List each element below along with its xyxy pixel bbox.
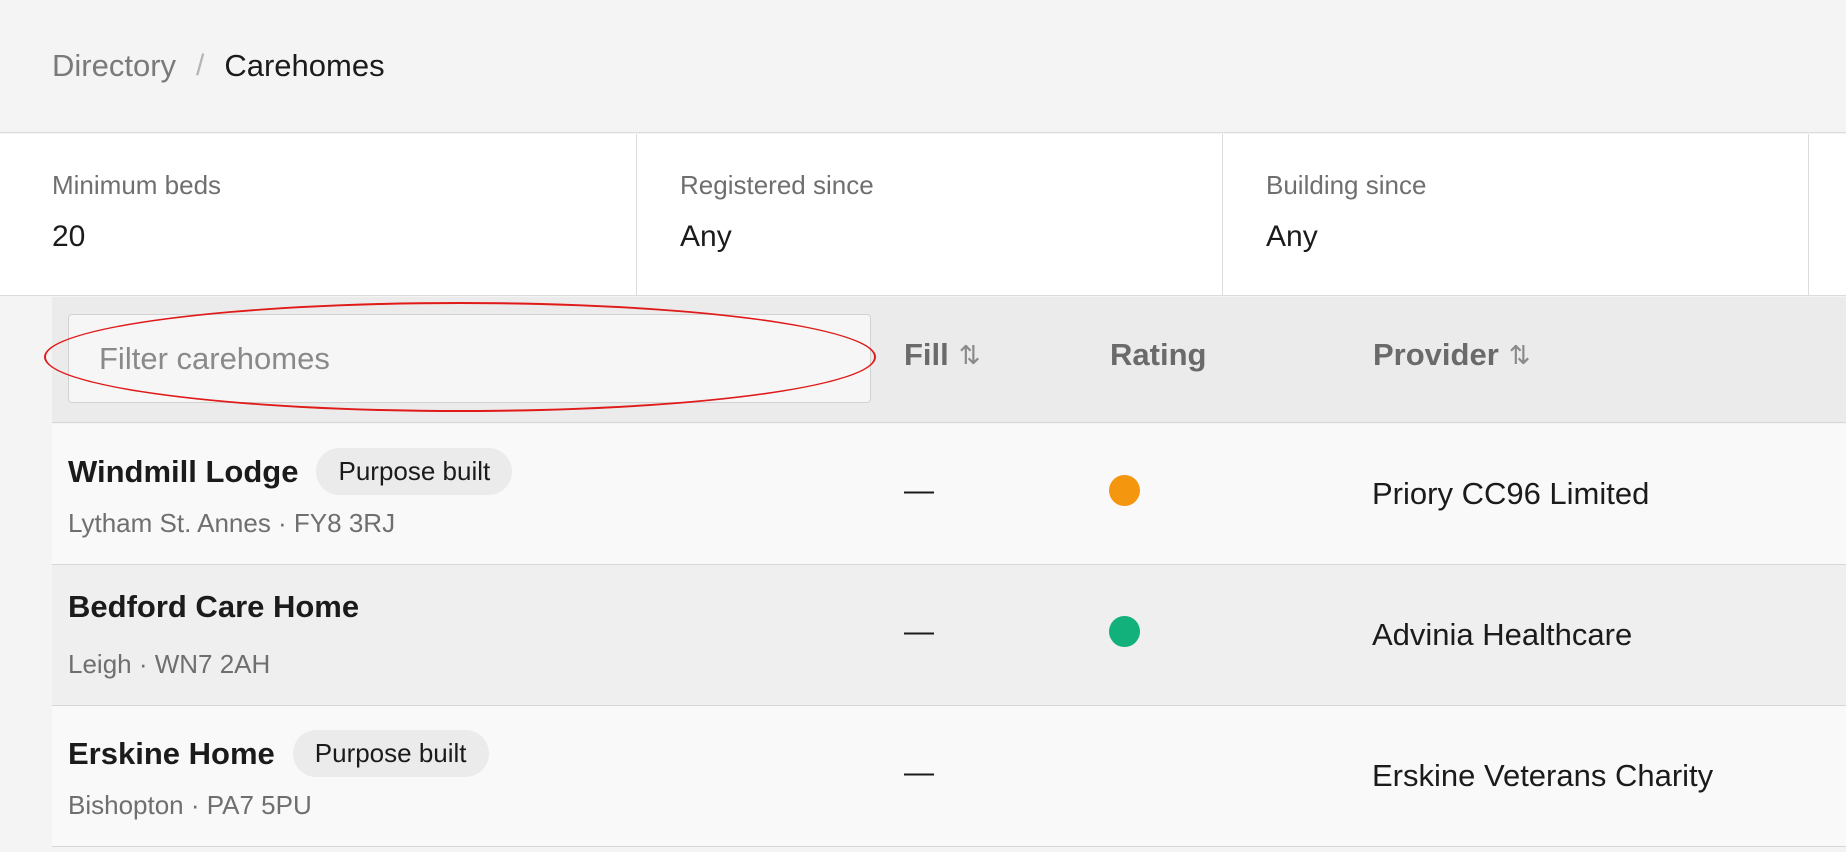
home-title-line: Bedford Care Home [68,589,359,625]
carehomes-table: Fill ⇅ Rating Provider ⇅ Windmill Lodge … [44,297,1846,852]
sort-arrows-icon[interactable]: ⇅ [959,340,981,371]
fill-value: — [904,474,934,507]
provider-name: Advinia Healthcare [1372,617,1633,652]
filter-value[interactable]: Any [680,220,732,254]
filter-label: Registered since [680,170,874,200]
purpose-built-badge: Purpose built [316,448,513,495]
filter-carehomes-input[interactable] [68,314,871,403]
sort-arrows-icon[interactable]: ⇅ [1509,340,1531,371]
home-title-line: Windmill Lodge Purpose built [68,448,513,495]
provider-name: Erskine Veterans Charity [1372,758,1714,793]
table-row[interactable]: Erskine Home Purpose built Bishopton · P… [52,706,1846,847]
table-row[interactable]: Bedford Care Home Leigh · WN7 2AH — Advi… [52,565,1846,706]
fill-value: — [904,615,934,648]
filter-registered-since[interactable]: Registered since Any [637,134,1223,296]
provider-name: Priory CC96 Limited [1372,476,1650,511]
column-header-rating: Rating [1110,337,1206,373]
column-header-label: Rating [1110,337,1207,372]
home-name[interactable]: Bedford Care Home [68,589,359,625]
filter-bar: Minimum beds 20 Registered since Any Bui… [0,134,1846,296]
table-header: Fill ⇅ Rating Provider ⇅ [44,297,1846,423]
home-location: Leigh · WN7 2AH [68,649,271,679]
filter-value[interactable]: 20 [52,220,85,254]
breadcrumb-current: Carehomes [224,48,385,83]
breadcrumb: Directory / Carehomes [52,44,385,88]
home-title-line: Erskine Home Purpose built [68,730,489,777]
filter-value[interactable]: Any [1266,220,1318,254]
home-name[interactable]: Windmill Lodge [68,454,298,490]
purpose-built-badge: Purpose built [292,730,489,777]
rating-dot-icon [1109,475,1140,506]
filter-label: Minimum beds [52,170,222,200]
breadcrumb-directory-link[interactable]: Directory [52,44,176,88]
breadcrumb-separator: / [196,49,205,82]
rating-dot-icon [1109,616,1140,647]
column-header-label: Fill [904,337,949,372]
page-header: Directory / Carehomes [0,0,1846,133]
home-location: Lytham St. Annes · FY8 3RJ [68,508,396,538]
home-location: Bishopton · PA7 5PU [68,790,312,820]
home-name[interactable]: Erskine Home [68,736,275,772]
table-row[interactable]: Windmill Lodge Purpose built Lytham St. … [52,424,1846,565]
filter-building-since[interactable]: Building since Any [1223,134,1809,296]
column-header-label: Provider [1373,337,1499,372]
fill-value: — [904,756,934,789]
column-header-provider[interactable]: Provider ⇅ [1373,337,1531,373]
column-header-fill[interactable]: Fill ⇅ [904,337,981,373]
filter-minimum-beds[interactable]: Minimum beds 20 [0,134,637,296]
filter-label: Building since [1266,170,1427,200]
